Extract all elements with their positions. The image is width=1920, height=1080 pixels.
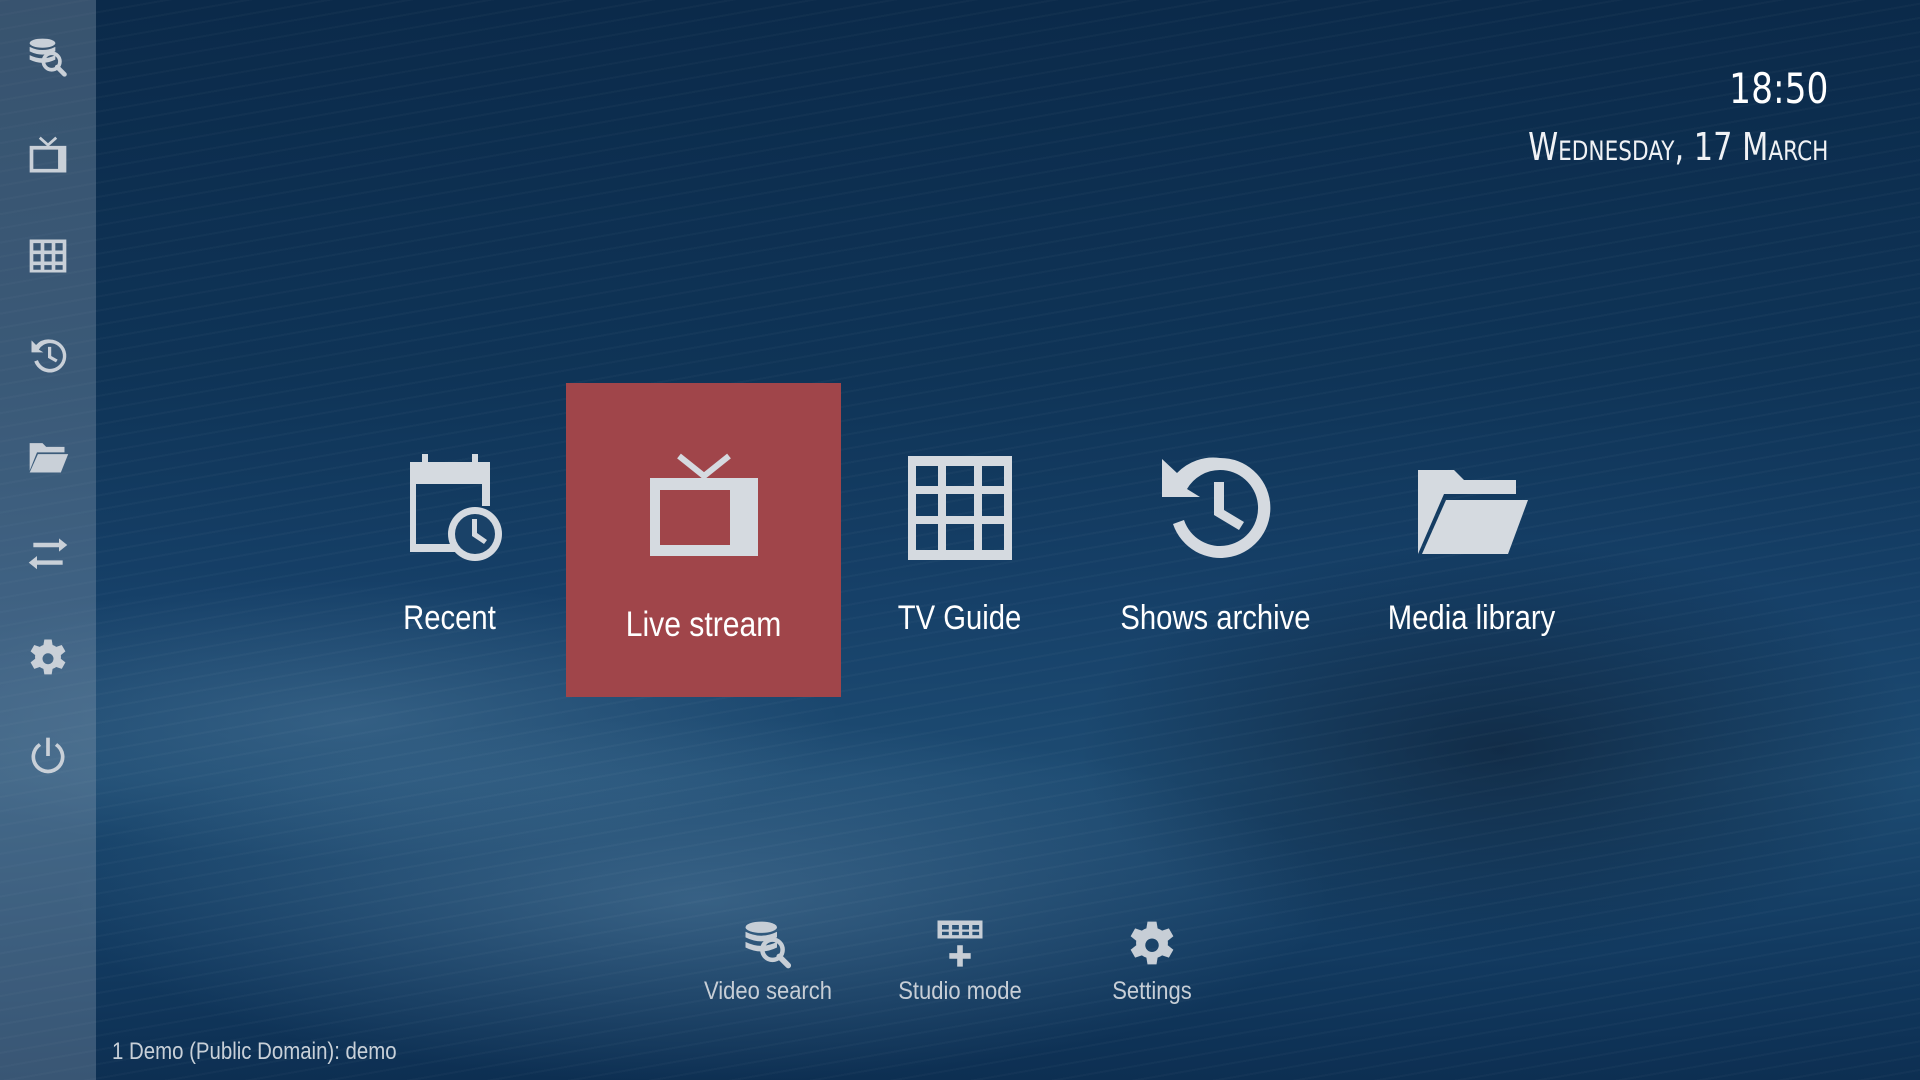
sidebar-item-media-library[interactable] (0, 416, 96, 496)
tv-icon (649, 453, 758, 556)
sidebar (0, 0, 96, 1080)
grid-icon (907, 455, 1012, 560)
sidebar-item-settings[interactable] (0, 616, 96, 696)
video-search-icon (29, 38, 67, 77)
gear-icon (30, 639, 66, 675)
menu-item-label: Media library (1387, 599, 1556, 637)
swap-arrows-icon (28, 538, 68, 570)
history-icon (1161, 457, 1270, 558)
quick-settings-button[interactable]: Settings (1072, 915, 1232, 1015)
quick-studio-mode-button[interactable]: Studio mode (880, 915, 1040, 1015)
studio-grid-icon (937, 920, 983, 967)
menu-item-shows-archive[interactable]: Shows archive (1078, 383, 1353, 697)
sidebar-item-shows-archive[interactable] (0, 316, 96, 396)
clock-date: Wednesday, 17 March (1527, 125, 1828, 169)
sidebar-item-switch[interactable] (0, 516, 96, 596)
status-text: 1 Demo (Public Domain): demo (112, 1038, 397, 1065)
video-search-icon (745, 921, 792, 969)
menu-item-live-stream[interactable]: Live stream (566, 383, 841, 697)
sidebar-item-tv-guide[interactable] (0, 216, 96, 296)
sidebar-item-live-stream[interactable] (0, 116, 96, 196)
history-icon (31, 339, 67, 373)
grid-icon (29, 239, 67, 273)
quick-video-search-button[interactable]: Video search (688, 915, 848, 1015)
power-icon (31, 737, 65, 774)
sidebar-item-video-search[interactable] (0, 16, 96, 96)
menu-item-recent[interactable]: Recent (312, 383, 587, 697)
gear-icon (1130, 921, 1174, 965)
sidebar-item-power[interactable] (0, 716, 96, 796)
quick-label: Video search (703, 977, 833, 1005)
quick-label: Settings (1112, 977, 1192, 1005)
menu-item-media-library[interactable]: Media library (1334, 383, 1609, 697)
clock: 18:50 Wednesday, 17 March (1453, 64, 1828, 169)
home-screen: 18:50 Wednesday, 17 March Recent Live st… (0, 0, 1920, 1080)
folder-icon (1417, 469, 1528, 554)
menu-item-tv-guide[interactable]: TV Guide (822, 383, 1097, 697)
folder-icon (29, 443, 69, 473)
calendar-clock-icon (409, 453, 502, 561)
quick-label: Studio mode (898, 977, 1022, 1005)
tv-icon (29, 136, 67, 173)
clock-time: 18:50 (1728, 64, 1828, 113)
